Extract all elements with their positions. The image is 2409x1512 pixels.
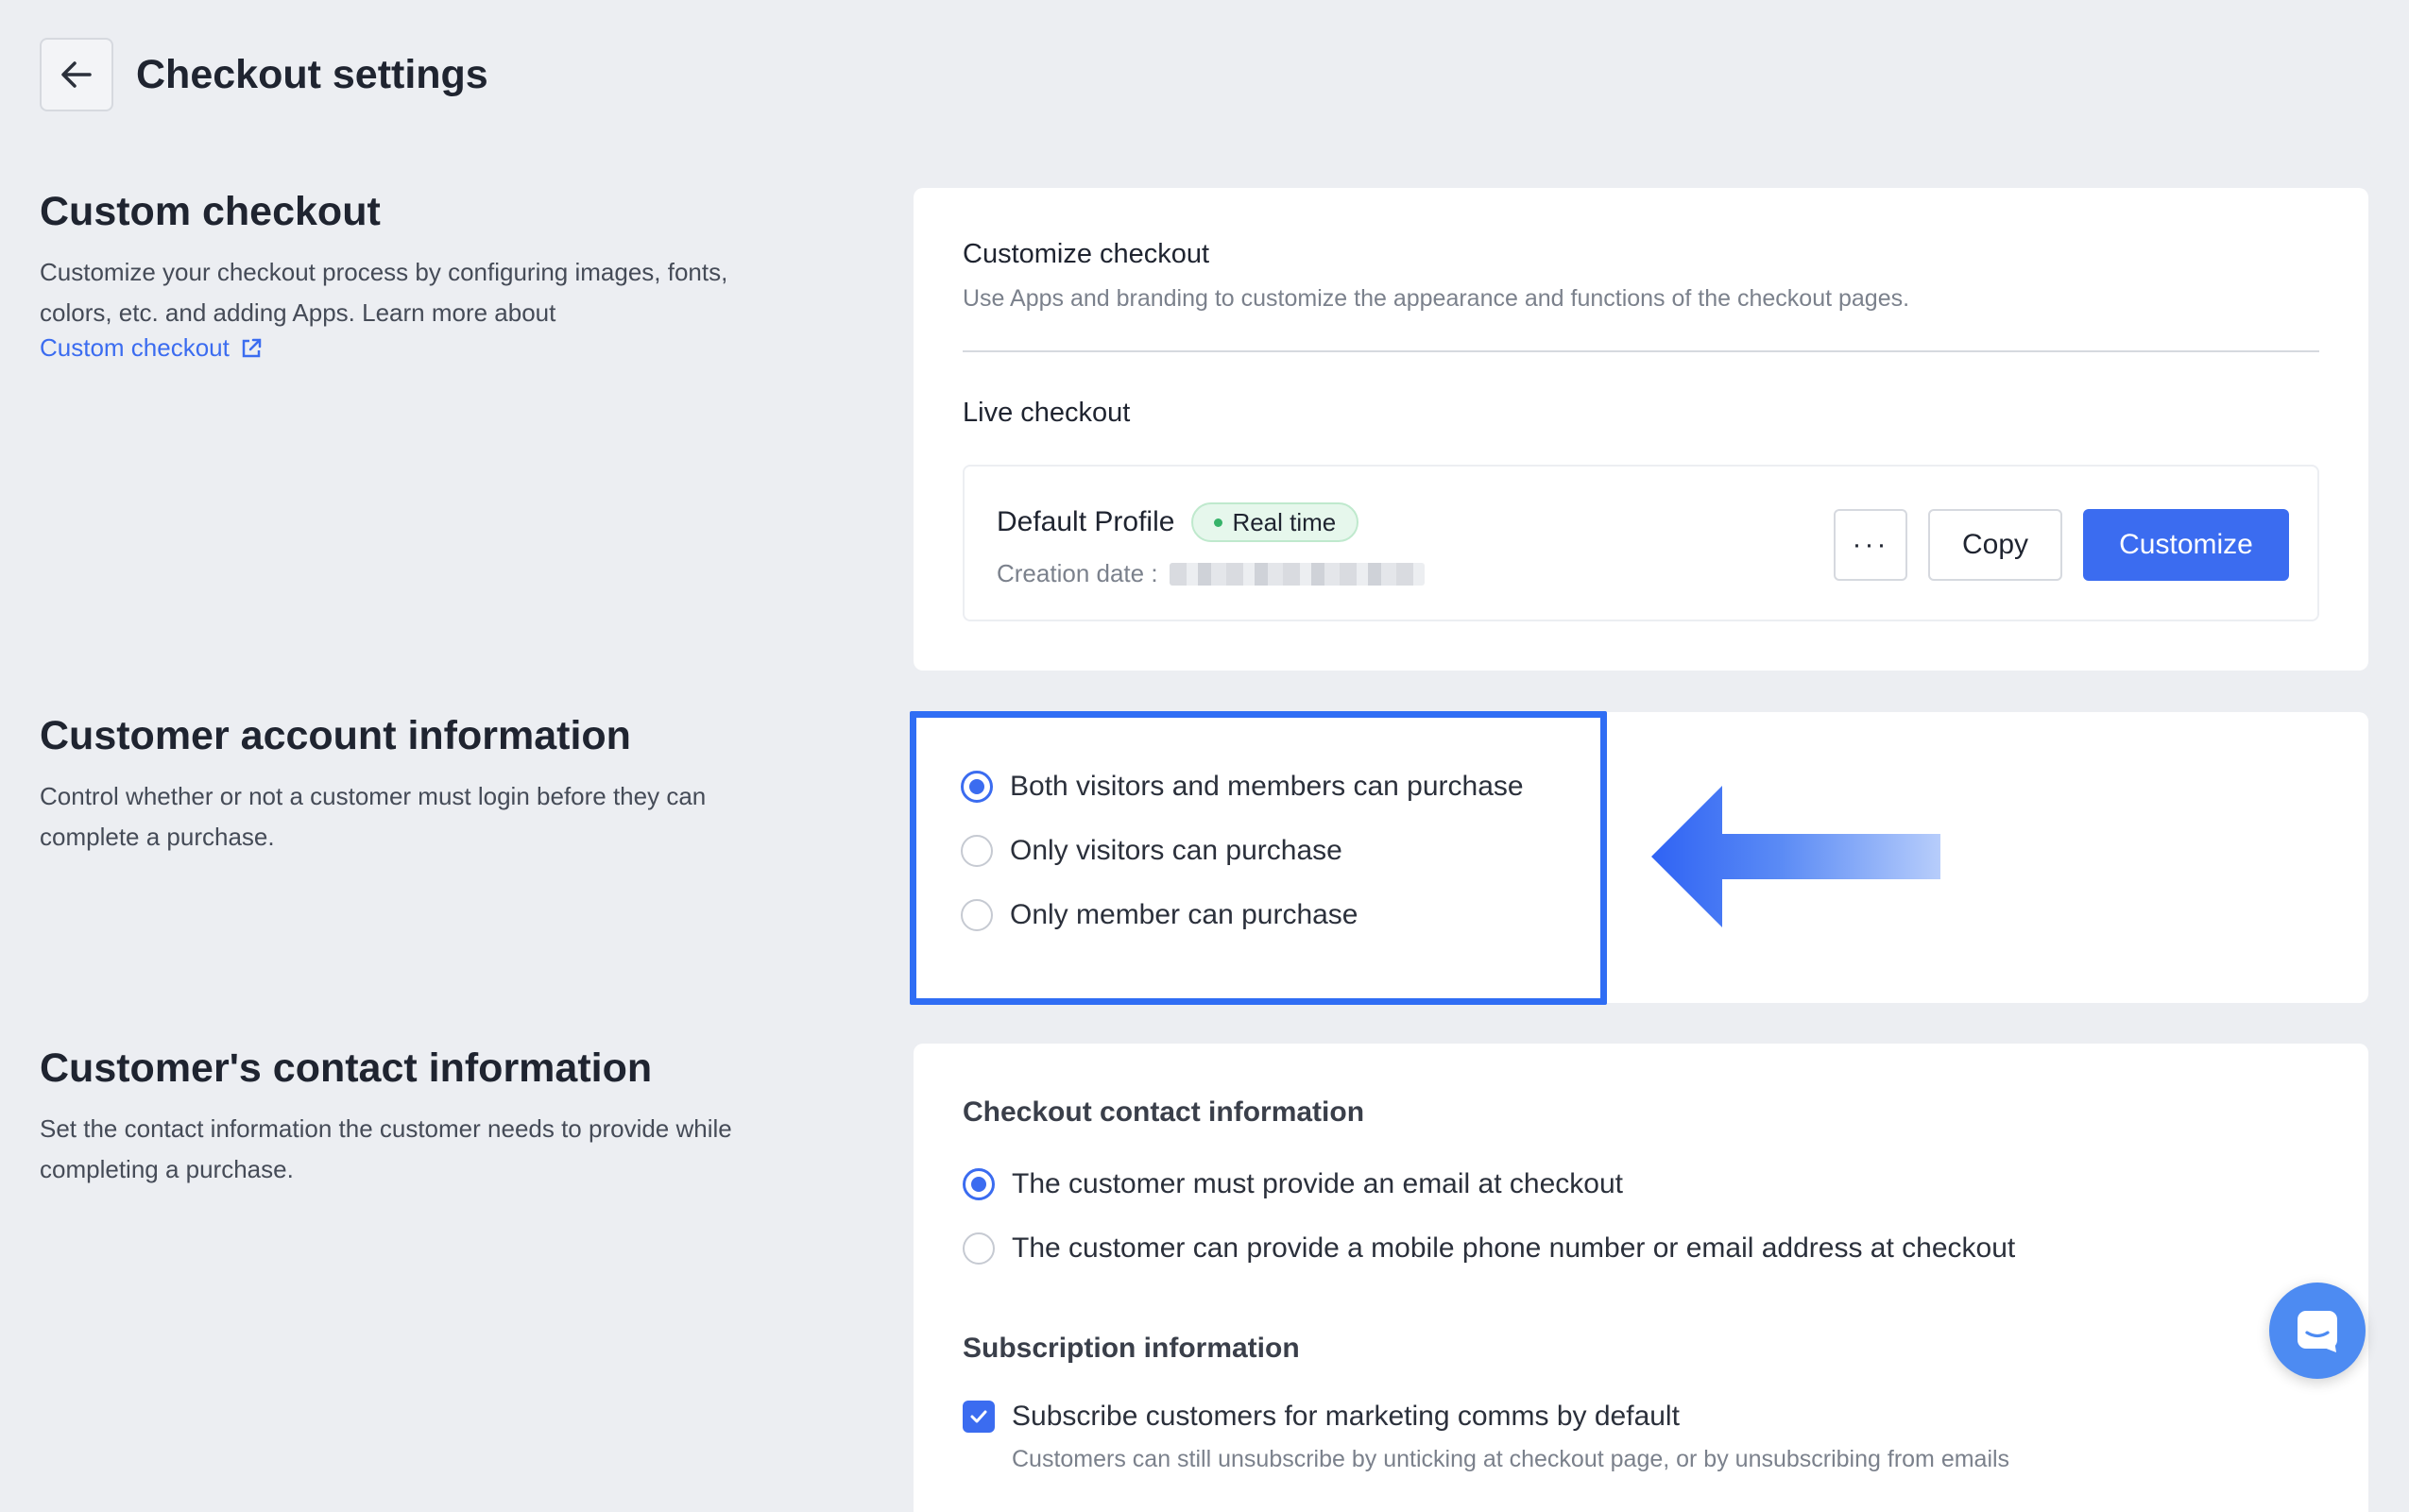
custom-checkout-description: Customize your checkout process by confi… bbox=[40, 258, 728, 327]
more-options-button[interactable]: ··· bbox=[1834, 509, 1907, 581]
radio-option[interactable]: The customer must provide an email at ch… bbox=[963, 1168, 2368, 1200]
arrow-left-icon bbox=[61, 61, 92, 88]
checkmark-icon bbox=[970, 1410, 987, 1423]
subscription-helper-text: Customers can still unsubscribe by untic… bbox=[1012, 1446, 2010, 1472]
subscription-checkbox[interactable] bbox=[963, 1401, 995, 1433]
contact-info-section: Customer's contact information Set the c… bbox=[40, 1045, 777, 1190]
subscription-title: Subscription information bbox=[963, 1333, 1300, 1364]
customize-checkout-card: Customize checkout Use Apps and branding… bbox=[914, 188, 2368, 671]
chat-icon bbox=[2298, 1311, 2337, 1352]
custom-checkout-link[interactable]: Custom checkout bbox=[40, 333, 264, 363]
radio-button[interactable] bbox=[963, 1168, 995, 1200]
radio-label: The customer must provide an email at ch… bbox=[1012, 1168, 1623, 1199]
live-checkout-title: Live checkout bbox=[963, 398, 1131, 428]
status-badge-label: Real time bbox=[1232, 507, 1337, 536]
custom-checkout-section: Custom checkout Customize your checkout … bbox=[40, 189, 795, 363]
radio-label: The customer can provide a mobile phone … bbox=[1012, 1232, 2016, 1264]
customize-checkout-description: Use Apps and branding to customize the a… bbox=[963, 285, 1910, 312]
account-info-title: Customer account information bbox=[40, 713, 631, 758]
checkout-contact-title: Checkout contact information bbox=[963, 1096, 1365, 1128]
creation-date-row: Creation date : bbox=[997, 559, 1425, 588]
status-badge: Real time bbox=[1191, 502, 1359, 542]
arrow-left-indicator-icon bbox=[1651, 786, 1940, 927]
contact-info-description: Set the contact information the customer… bbox=[40, 1114, 732, 1183]
subscription-checkbox-label: Subscribe customers for marketing comms … bbox=[1012, 1401, 1680, 1432]
creation-date-label: Creation date : bbox=[997, 559, 1158, 587]
profile-name-row: Default Profile Real time bbox=[997, 502, 1359, 542]
custom-checkout-link-label: Custom checkout bbox=[40, 333, 230, 362]
subscription-option[interactable]: Subscribe customers for marketing comms … bbox=[963, 1401, 2368, 1433]
radio-option[interactable]: The customer can provide a mobile phone … bbox=[963, 1232, 2368, 1265]
page-title: Checkout settings bbox=[136, 51, 488, 97]
divider bbox=[963, 350, 2319, 352]
customize-button[interactable]: Customize bbox=[2083, 509, 2289, 581]
account-info-description: Control whether or not a customer must l… bbox=[40, 782, 707, 851]
customize-checkout-title: Customize checkout bbox=[963, 239, 1210, 269]
status-dot-icon bbox=[1214, 518, 1223, 527]
profile-name: Default Profile bbox=[997, 506, 1175, 537]
chat-button[interactable] bbox=[2269, 1283, 2366, 1379]
creation-date-redacted bbox=[1169, 562, 1425, 586]
contact-info-card: Checkout contact information The custome… bbox=[914, 1044, 2368, 1512]
contact-info-title: Customer's contact information bbox=[40, 1045, 653, 1091]
account-info-section: Customer account information Control whe… bbox=[40, 713, 777, 858]
copy-button[interactable]: Copy bbox=[1928, 509, 2062, 581]
custom-checkout-title: Custom checkout bbox=[40, 189, 381, 234]
external-link-icon bbox=[242, 338, 262, 357]
profile-row: Default Profile Real time Creation date … bbox=[963, 465, 2319, 621]
highlight-box bbox=[910, 711, 1607, 1005]
back-button[interactable] bbox=[40, 38, 113, 111]
page-header: Checkout settings bbox=[40, 38, 488, 111]
radio-button[interactable] bbox=[963, 1232, 995, 1265]
